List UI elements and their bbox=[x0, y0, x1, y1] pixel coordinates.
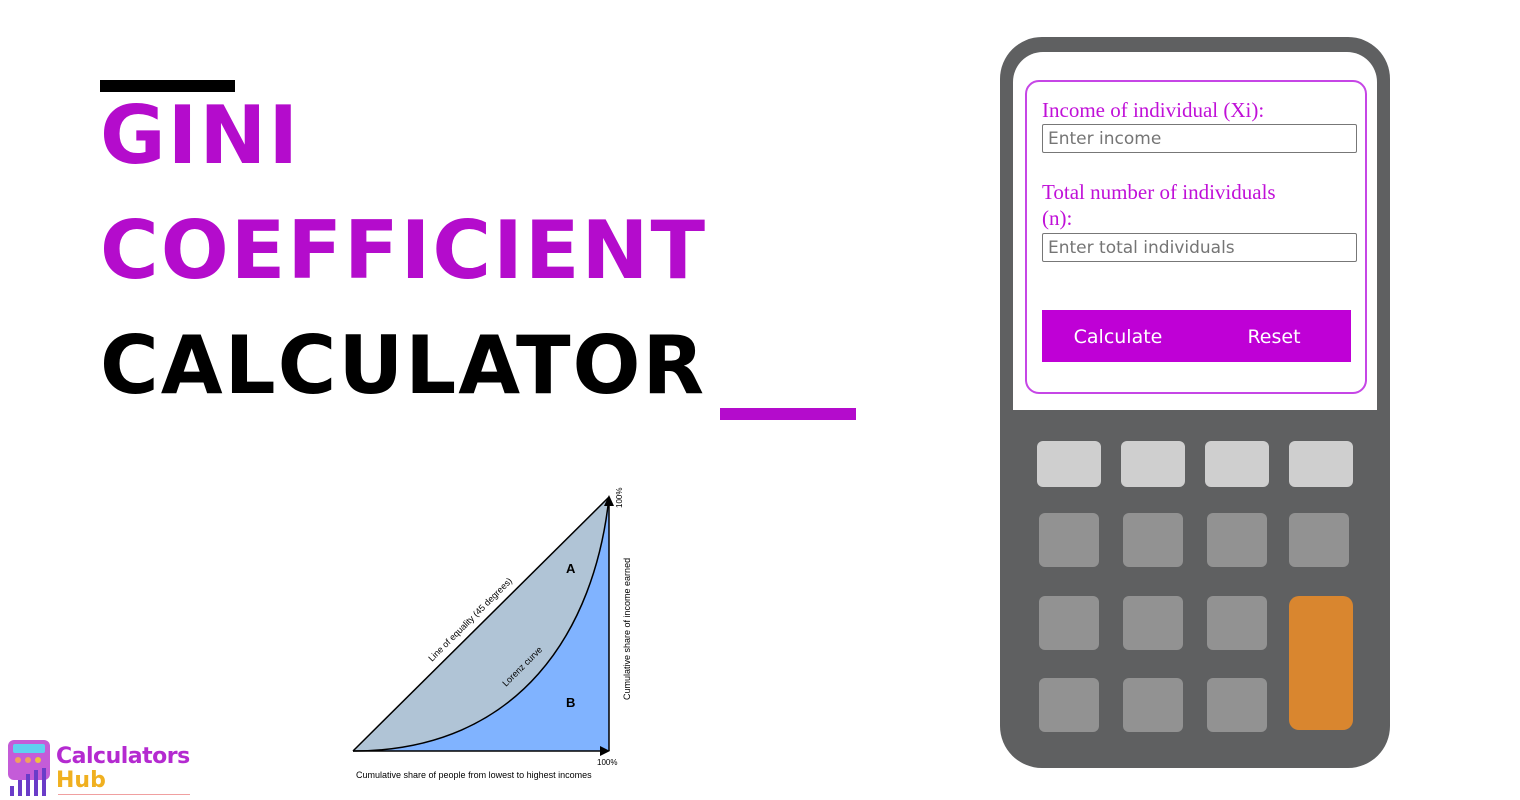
calculator-key bbox=[1123, 596, 1183, 650]
title-underline bbox=[720, 408, 856, 420]
title-calculator: CALCULATOR bbox=[100, 319, 707, 412]
calculator-key bbox=[1289, 513, 1349, 567]
logo-text-calculators: Calculators bbox=[56, 744, 190, 769]
title-coefficient: COEFFICIENT bbox=[100, 204, 708, 297]
title-gini: GINI bbox=[100, 89, 301, 182]
income-label: Income of individual (Xi): bbox=[1042, 98, 1265, 122]
calculator-key bbox=[1039, 596, 1099, 650]
total-individuals-input[interactable] bbox=[1042, 233, 1357, 262]
area-b-label: B bbox=[566, 695, 575, 710]
calculator-key bbox=[1207, 678, 1267, 732]
total-label-n: (n): bbox=[1042, 206, 1073, 230]
calculate-button[interactable]: Calculate bbox=[1062, 310, 1174, 362]
calculator-key bbox=[1207, 513, 1267, 567]
x-max-label: 100% bbox=[597, 758, 617, 767]
logo: Calculators Hub bbox=[6, 738, 196, 798]
calculator-key bbox=[1205, 441, 1269, 487]
total-label: Total number of individuals bbox=[1042, 180, 1276, 204]
calculator-key bbox=[1289, 441, 1353, 487]
calculator-key bbox=[1039, 513, 1099, 567]
y-axis-label: Cumulative share of income earned bbox=[622, 558, 632, 700]
gini-diagram: Line of equality (45 degrees) Lorenz cur… bbox=[352, 488, 632, 780]
reset-button[interactable]: Reset bbox=[1228, 310, 1320, 362]
calculator-key bbox=[1207, 596, 1267, 650]
calculator-key bbox=[1123, 513, 1183, 567]
calculator-equals-key bbox=[1289, 596, 1353, 730]
calculator-key bbox=[1121, 441, 1185, 487]
x-axis-label: Cumulative share of people from lowest t… bbox=[356, 770, 592, 780]
calculator-key bbox=[1037, 441, 1101, 487]
area-a-label: A bbox=[566, 561, 576, 576]
logo-underline bbox=[58, 794, 190, 795]
calculator-logo-icon bbox=[8, 740, 50, 796]
income-input[interactable] bbox=[1042, 124, 1357, 153]
logo-text-hub: Hub bbox=[56, 768, 106, 793]
y-max-label: 100% bbox=[615, 488, 624, 508]
calculator-key bbox=[1123, 678, 1183, 732]
calculator-key bbox=[1039, 678, 1099, 732]
